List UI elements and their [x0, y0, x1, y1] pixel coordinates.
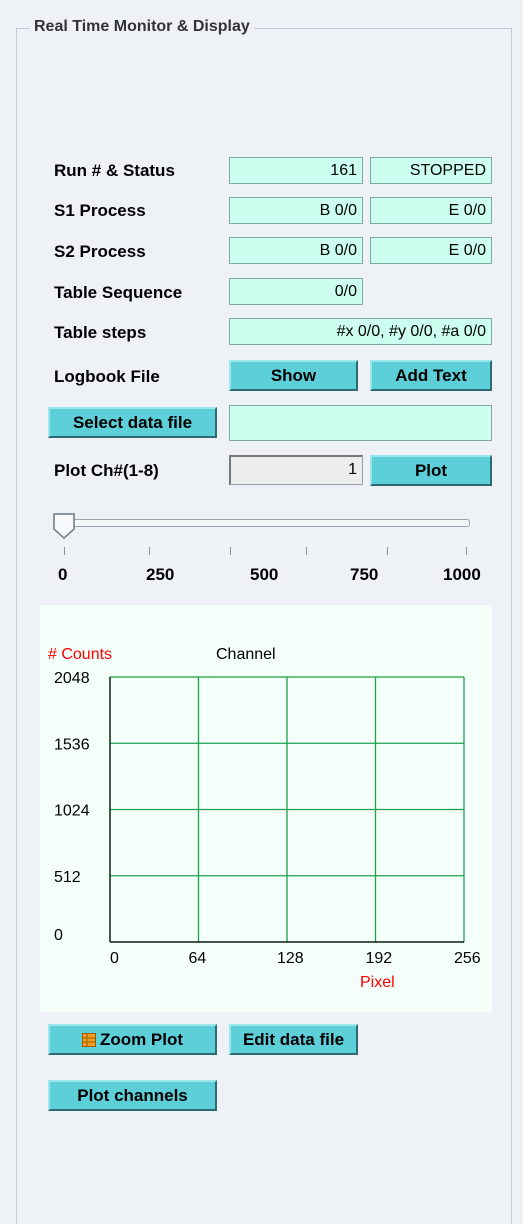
- select-data-file-button[interactable]: Select data file: [48, 407, 217, 438]
- plot-channel-label: Plot Ch#(1-8): [54, 461, 159, 480]
- y-tick-label: 0: [54, 927, 63, 944]
- zoom-plot-label: Zoom Plot: [99, 1030, 184, 1049]
- run-status-field: STOPPED: [370, 157, 492, 184]
- y-tick-label: 1024: [54, 803, 90, 820]
- s1-end-field: E 0/0: [370, 197, 492, 224]
- logbook-add-text-button[interactable]: Add Text: [370, 360, 492, 391]
- slider-thumb[interactable]: [52, 512, 78, 542]
- x-tick-label: 256: [454, 950, 481, 967]
- slider-tick-label: 750: [350, 565, 379, 584]
- table-sequence-label: Table Sequence: [54, 283, 183, 302]
- s2-process-label: S2 Process: [54, 242, 146, 261]
- y-tick-label: 512: [54, 869, 81, 886]
- data-file-field[interactable]: [229, 405, 492, 441]
- y-tick-label: 2048: [54, 670, 90, 687]
- table-steps-label: Table steps: [54, 323, 147, 342]
- table-icon: [81, 1032, 96, 1052]
- s1-begin-field: B 0/0: [229, 197, 363, 224]
- slider-tick-label: 0: [58, 565, 68, 584]
- slider-tick: [230, 547, 231, 555]
- slider-track[interactable]: [64, 519, 470, 527]
- slider-tick-label: 250: [146, 565, 175, 584]
- slider-tick: [466, 547, 467, 555]
- y-axis-label: # Counts: [48, 646, 112, 663]
- slider-tick-label: 500: [250, 565, 279, 584]
- x-tick-label: 0: [110, 950, 119, 967]
- panel-title: Real Time Monitor & Display: [30, 18, 254, 36]
- chart-title: Channel: [216, 646, 276, 663]
- channel-chart: # Counts Channel Pixel 0 64 128 192 256 0 512 1…: [48, 646, 481, 991]
- x-axis-label: Pixel: [360, 974, 395, 991]
- edit-data-file-button[interactable]: Edit data file: [229, 1024, 358, 1055]
- x-tick-label: 192: [366, 950, 393, 967]
- plot-button[interactable]: Plot: [370, 455, 492, 486]
- slider-tick: [387, 547, 388, 555]
- s2-begin-field: B 0/0: [229, 237, 363, 264]
- zoom-plot-button[interactable]: Zoom Plot: [48, 1024, 217, 1055]
- table-sequence-field: 0/0: [229, 278, 363, 305]
- slider-tick: [64, 547, 65, 555]
- table-steps-field: #x 0/0, #y 0/0, #a 0/0: [229, 318, 492, 345]
- plot-panel: # Counts Channel Pixel 0 64 128 192 256 0 512 1…: [40, 605, 492, 1012]
- logbook-show-button[interactable]: Show: [229, 360, 358, 391]
- s2-end-field: E 0/0: [370, 237, 492, 264]
- y-tick-label: 1536: [54, 736, 90, 753]
- slider-tick: [149, 547, 150, 555]
- run-number-field: 161: [229, 157, 363, 184]
- slider-tick: [306, 547, 307, 555]
- run-status-label: Run # & Status: [54, 161, 175, 180]
- plot-channels-button[interactable]: Plot channels: [48, 1080, 217, 1111]
- x-tick-label: 128: [277, 950, 304, 967]
- slider-tick-label: 1000: [443, 565, 481, 584]
- s1-process-label: S1 Process: [54, 201, 146, 220]
- plot-channel-input[interactable]: 1: [229, 455, 363, 485]
- logbook-label: Logbook File: [54, 367, 160, 386]
- x-tick-label: 64: [189, 950, 207, 967]
